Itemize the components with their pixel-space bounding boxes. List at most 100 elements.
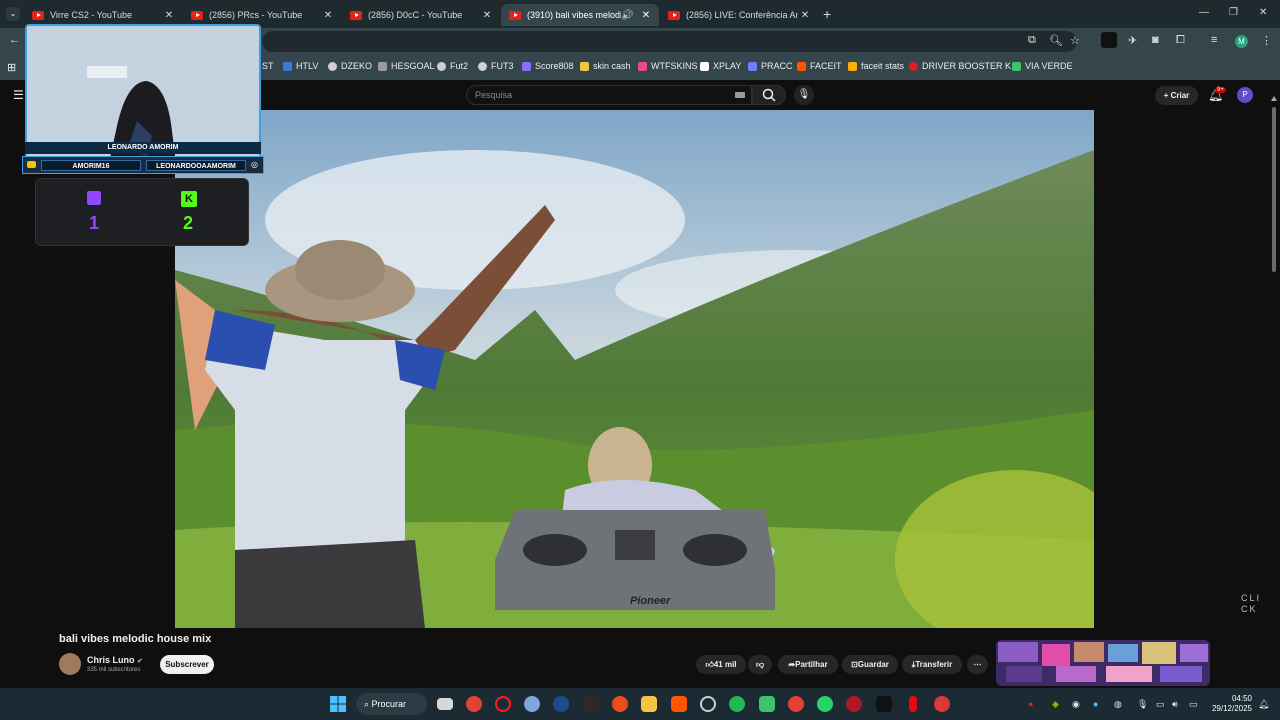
tray-app-icon[interactable]: ● — [1028, 699, 1033, 709]
speaker-icon[interactable]: 🔊 — [621, 10, 633, 21]
start-button[interactable] — [330, 696, 346, 712]
extensions-puzzle-icon[interactable]: ⧠ — [1176, 34, 1185, 47]
restore-icon[interactable]: ❐ — [1229, 7, 1238, 18]
chrome-icon[interactable] — [466, 696, 482, 712]
bookmark-wtfskins[interactable]: WTFSKINS — [638, 61, 698, 71]
epic-games-icon[interactable] — [583, 696, 599, 712]
channel-name[interactable]: Chris Luno ✔ — [87, 655, 143, 665]
app-red-icon[interactable] — [846, 696, 862, 712]
video-player[interactable]: Pioneer — [175, 110, 1094, 628]
keyboard-icon[interactable] — [735, 92, 745, 98]
search-input[interactable]: Pesquisa — [466, 85, 752, 105]
notification-center-icon[interactable]: 🔔︎ — [1258, 699, 1269, 710]
task-view-icon[interactable] — [437, 698, 453, 710]
browser-profile-avatar[interactable]: M — [1235, 35, 1248, 48]
tab-bali-vibes[interactable]: (3910) bali vibes melodic house mix 🔊 ✕ — [501, 4, 659, 26]
opera-gx-icon[interactable] — [495, 696, 511, 712]
bookmark-faceit[interactable]: FACEIT — [797, 61, 842, 71]
like-button[interactable]: 👍︎ 41 mil — [696, 655, 746, 674]
tab-live-conferencia[interactable]: (2856) LIVE: Conferência Antevisão ✕ — [660, 4, 818, 26]
save-button[interactable]: ⊡ Guardar — [842, 655, 898, 674]
close-window-icon[interactable]: ✕ — [1259, 7, 1267, 18]
bookmark-fut2[interactable]: Fut2 — [437, 61, 468, 71]
taskbar-search[interactable]: ⌕ Procurar — [356, 693, 427, 715]
tiktok-icon[interactable] — [876, 696, 892, 712]
bookmark-dzeko[interactable]: DZEKO — [328, 61, 372, 71]
bookmark-pracc[interactable]: PRACC — [748, 61, 793, 71]
subscribe-button[interactable]: Subscrever — [160, 655, 214, 674]
browser-menu-icon[interactable]: ⋮ — [1261, 34, 1272, 47]
pioneer-logo: Pioneer — [630, 595, 671, 607]
faceit-icon[interactable] — [671, 696, 687, 712]
recommended-thumbnail[interactable] — [996, 640, 1210, 686]
menu-icon[interactable]: ☰ — [13, 88, 24, 102]
voice-search-button[interactable]: 🎙︎ — [794, 85, 814, 105]
create-button[interactable]: + Criar — [1155, 86, 1198, 105]
channel-avatar[interactable] — [59, 653, 81, 675]
tab-d0cc[interactable]: (2856) D0cC - YouTube ✕ — [342, 4, 500, 26]
file-explorer-icon[interactable] — [641, 696, 657, 712]
tab-search-button[interactable]: ⌄ — [6, 7, 20, 21]
bookmark-faceit-stats[interactable]: faceit stats — [848, 61, 904, 71]
close-icon[interactable]: ✕ — [639, 10, 653, 21]
share-button[interactable]: ➦ Partilhar — [778, 655, 838, 674]
bookmark-icon — [522, 61, 531, 71]
new-tab-button[interactable]: + — [823, 6, 831, 22]
taskbar-clock[interactable]: 04:50 29/12/2025 — [1210, 694, 1252, 714]
tab-label: (2856) D0cC - YouTube — [368, 10, 463, 20]
download-button[interactable]: ⤓ Transferir — [902, 655, 962, 674]
bookmark-star-icon[interactable]: ☆ — [1070, 34, 1080, 47]
tab-prcs[interactable]: (2856) PRcs - YouTube ✕ — [183, 4, 341, 26]
close-icon[interactable]: ✕ — [321, 10, 335, 21]
bookmark-score808[interactable]: Score808 — [522, 61, 574, 71]
riot-icon[interactable] — [700, 696, 716, 712]
microphone-tray-icon[interactable]: 🎙︎ — [1137, 699, 1148, 710]
bookmark-fut3[interactable]: FUT3 — [478, 61, 514, 71]
extension-plane-icon[interactable]: ✈ — [1128, 34, 1137, 47]
zoom-icon[interactable]: 🔍︎ — [1049, 34, 1063, 47]
bookmark-hesgoal[interactable]: HESGOAL — [378, 61, 435, 71]
search-button[interactable] — [752, 85, 786, 105]
close-icon[interactable]: ✕ — [162, 10, 176, 21]
netflix-icon[interactable] — [909, 696, 917, 712]
tray-chrome-icon[interactable]: ● — [1093, 699, 1098, 709]
reading-list-icon[interactable]: ≡ — [1211, 34, 1217, 46]
spotify-icon[interactable] — [729, 696, 745, 712]
tab-virre[interactable]: Virre CS2 - YouTube ✕ — [24, 4, 182, 26]
chrome-profile-icon[interactable] — [788, 696, 804, 712]
bookmark-driver-booster[interactable]: DRIVER BOOSTER K... — [909, 61, 1019, 71]
youtube-profile-avatar[interactable]: P — [1237, 87, 1253, 103]
bookmark-htlv[interactable]: HTLV — [283, 61, 318, 71]
app-loop-icon[interactable] — [934, 696, 950, 712]
steam-icon[interactable] — [553, 696, 569, 712]
tray-steam-icon[interactable]: ◍ — [1114, 699, 1122, 710]
tray-shield-icon[interactable]: ◉ — [1072, 699, 1080, 710]
display-icon[interactable]: ▭ — [1156, 699, 1165, 710]
tab-label: (2856) LIVE: Conferência Antevisão — [686, 10, 798, 20]
close-icon[interactable]: ✕ — [798, 10, 812, 21]
faceit-ac-icon[interactable] — [612, 696, 628, 712]
back-icon[interactable]: ← — [9, 34, 20, 46]
minimize-icon[interactable]: — — [1199, 7, 1209, 18]
settings-gear-icon[interactable] — [524, 696, 540, 712]
globe-icon — [478, 61, 487, 71]
youtube-icon — [27, 161, 36, 168]
close-icon[interactable]: ✕ — [480, 10, 494, 21]
battery-icon[interactable]: ▭ — [1189, 699, 1198, 710]
bookmark-skin-cash[interactable]: skin cash — [580, 61, 631, 71]
volume-icon[interactable]: 🔊︎ — [1172, 699, 1178, 710]
extension-new-icon[interactable] — [1101, 32, 1117, 48]
install-app-icon[interactable]: ⧉ — [1028, 34, 1036, 47]
apps-grid-icon[interactable]: ⊞ — [7, 61, 16, 74]
bookmark-st[interactable]: ST — [262, 61, 274, 71]
omnibox[interactable] — [262, 31, 1077, 52]
app-green-icon[interactable] — [759, 696, 775, 712]
page-scrollbar[interactable] — [1271, 88, 1277, 288]
extension-shield-icon[interactable]: ◙ — [1152, 34, 1159, 46]
nvidia-icon[interactable]: ◆ — [1052, 699, 1059, 710]
more-actions-button[interactable]: ⋯ — [967, 655, 988, 674]
bookmark-via-verde[interactable]: VIA VERDE — [1012, 61, 1073, 71]
whatsapp-icon[interactable] — [817, 696, 833, 712]
bookmark-xplay[interactable]: XPLAY — [700, 61, 741, 71]
dislike-button[interactable]: 👎︎ — [748, 655, 772, 674]
